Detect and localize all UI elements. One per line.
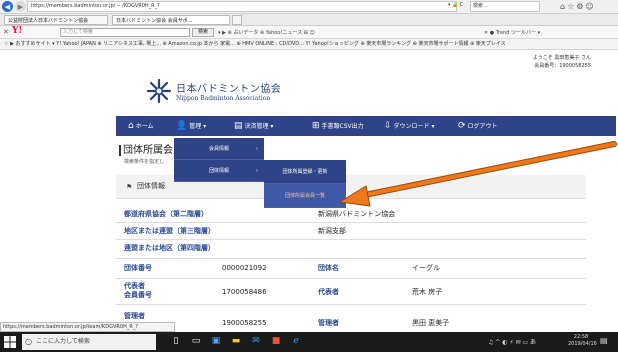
shuttlecock-logo-icon bbox=[146, 78, 172, 104]
search-icon: ○ bbox=[25, 337, 32, 346]
nav-download[interactable]: ⇩ ダウンロード ▾ bbox=[384, 116, 434, 136]
ie-browser-icon[interactable]: ℯ bbox=[290, 335, 302, 348]
home-icon: ⌂ bbox=[128, 121, 134, 131]
member-number: 会員番号：1900058255 bbox=[534, 63, 591, 69]
user-icon: 👤 bbox=[176, 121, 188, 131]
yahoo-toolbar: ✕ Y! 入力して検索 検索 ▾ ▶ ⊕ 占いデータ ⊕ Yahoo!ニュース … bbox=[0, 26, 618, 39]
manager-number-value: 1900058255 bbox=[222, 319, 267, 327]
taskbar-search-input[interactable]: ○ ここに入力して検索 bbox=[22, 334, 156, 350]
annotation-arrow-icon bbox=[338, 141, 617, 207]
menu-member-info[interactable]: 会員情報 › bbox=[174, 138, 264, 160]
mic-icon[interactable]: ▯ bbox=[170, 335, 182, 348]
explorer-icon[interactable]: ▬ bbox=[230, 335, 242, 348]
flag-icon: ⚑ bbox=[126, 183, 133, 191]
menu-team-info[interactable]: 団体情報 › bbox=[174, 160, 264, 182]
store-icon[interactable]: ▣ bbox=[210, 335, 222, 348]
manager-number-label: 管理者 bbox=[124, 312, 145, 320]
org-name-jp: 日本バドミントン協会 bbox=[176, 84, 282, 95]
download-icon: ⇩ bbox=[384, 121, 392, 131]
manage-dropdown-menu: 会員情報 › 団体情報 › bbox=[174, 138, 264, 182]
yahoo-toolbar-links[interactable]: ▾ ▶ ⊕ 占いデータ ⊕ Yahoo!ニュース ⊞ ☺ bbox=[218, 29, 315, 36]
manager-value: 黒田 恵美子 bbox=[412, 319, 450, 327]
representative-label: 代表者 bbox=[318, 288, 339, 296]
district-label: 地区または連盟（第三階層） bbox=[124, 227, 215, 235]
browser-search-input[interactable]: 検索... bbox=[470, 1, 540, 12]
representative-number-label: 代表者 会員番号 bbox=[124, 282, 152, 299]
divider bbox=[116, 304, 586, 305]
page-description: 検索条件を指定し bbox=[124, 159, 165, 165]
notification-icon[interactable]: ▤ bbox=[600, 336, 608, 345]
divider bbox=[116, 278, 586, 279]
grid-icon: ⊞ bbox=[312, 121, 320, 131]
yahoo-logo[interactable]: Y! bbox=[12, 26, 22, 36]
new-tab-button[interactable] bbox=[232, 15, 242, 25]
address-bar-row: ◀ ▶ https://members.badminton.or.jp/ -- … bbox=[0, 0, 618, 14]
chevron-right-icon: › bbox=[256, 146, 258, 152]
welcome-suffix: さん bbox=[580, 55, 591, 61]
tab-jba-home[interactable]: 公益財団法人日本バドミントン協会 bbox=[4, 15, 108, 25]
back-button[interactable]: ◀ bbox=[2, 1, 13, 12]
representative-number-value: 1700058486 bbox=[222, 288, 267, 296]
nav-csv-export[interactable]: ⊞ 手書類CSV出力 bbox=[312, 116, 364, 136]
team-name-value: イーグル bbox=[412, 264, 440, 272]
card-icon: ▤ bbox=[234, 121, 243, 131]
mail-icon[interactable]: ✉ bbox=[250, 335, 262, 348]
url-controls[interactable]: ▾ 🔒 C bbox=[448, 2, 463, 8]
nav-logout[interactable]: ⟳ ログアウト bbox=[458, 116, 498, 136]
divider bbox=[116, 239, 586, 240]
url-input[interactable]: https://members.badminton.or.jp/ -- /KDG… bbox=[27, 1, 457, 12]
logout-icon: ⟳ bbox=[458, 121, 466, 131]
yahoo-search-button[interactable]: 検索 bbox=[192, 28, 214, 37]
team-number-label: 団体番号 bbox=[124, 264, 152, 272]
system-tray[interactable]: ♫ ^ ◐ ⚡ ✉ ▭ あ bbox=[488, 337, 536, 346]
welcome-greeting: ようこそ bbox=[532, 55, 553, 61]
nav-home[interactable]: ⌂ ホーム bbox=[128, 116, 154, 136]
representative-value: 荒木 房子 bbox=[412, 288, 443, 296]
browser-home-star-gear-icons[interactable]: ⌂☆⚙☺ bbox=[560, 2, 596, 11]
status-bar-url: https://members.badminton.or.jp/team/KDG… bbox=[0, 322, 175, 332]
welcome-user-name[interactable]: 黒田恵美子 bbox=[554, 55, 579, 61]
yahoo-search-input[interactable]: 入力して検索 bbox=[60, 28, 190, 37]
taskbar-apps: ▯ ▭ ▣ ▬ ✉ ■ ℯ bbox=[170, 335, 302, 348]
nav-manage[interactable]: 👤 管理 ▾ bbox=[176, 116, 206, 136]
manager-label: 管理者 bbox=[318, 319, 339, 327]
group-info-title: 団体情報 bbox=[137, 182, 165, 190]
prefecture-label: 都道府県協会（第二階層） bbox=[124, 210, 208, 218]
tab-strip: 公益財団法人日本バドミントン協会 日本バドミントン協会 会員サポ... bbox=[0, 14, 618, 26]
federation-label: 連盟または地区（第四階層） bbox=[124, 244, 215, 252]
nav-payment[interactable]: ▤ 決済管理 ▾ bbox=[234, 116, 273, 136]
chevron-right-icon: › bbox=[256, 168, 258, 174]
favorites-bar[interactable]: ☆ ▶ おすすめサイト ▾ Y! Yahoo! JAPAN ⊕ リニアシネス工事… bbox=[0, 39, 618, 50]
jba-logo[interactable]: 日本バドミントン協会 Nippon Badminton Association bbox=[146, 78, 281, 104]
team-name-label: 団体名 bbox=[318, 264, 339, 272]
main-navbar: ⌂ ホーム 👤 管理 ▾ ▤ 決済管理 ▾ ⊞ 手書類CSV出力 ⇩ ダウンロード ▾ ⟳… bbox=[116, 116, 616, 136]
toolbar-close-icon[interactable]: ✕ bbox=[3, 28, 9, 36]
tab-jba-members[interactable]: 日本バドミントン協会 会員サポ... bbox=[112, 15, 230, 25]
task-view-icon[interactable]: ▭ bbox=[190, 335, 202, 348]
welcome-block: ようこそ 黒田恵美子 さん 会員番号：1900058255 bbox=[495, 54, 591, 70]
district-value: 新潟支部 bbox=[318, 227, 346, 235]
divider bbox=[116, 258, 586, 259]
taskbar-clock[interactable]: 22:58 2019/04/16 bbox=[568, 334, 597, 348]
powerpoint-icon[interactable]: ■ bbox=[270, 335, 282, 348]
windows-start-icon[interactable] bbox=[4, 336, 16, 348]
team-number-value: 0000021092 bbox=[222, 264, 267, 272]
divider bbox=[116, 222, 586, 223]
trend-toolbar[interactable]: ✕ ● Trend ツールバー ▾ bbox=[484, 29, 540, 36]
forward-button[interactable]: ▶ bbox=[15, 1, 26, 12]
windows-taskbar: ○ ここに入力して検索 ▯ ▭ ▣ ▬ ✉ ■ ℯ ♫ ^ ◐ ⚡ ✉ ▭ あ 2… bbox=[0, 332, 618, 352]
org-name-en: Nippon Badminton Association bbox=[176, 95, 271, 102]
